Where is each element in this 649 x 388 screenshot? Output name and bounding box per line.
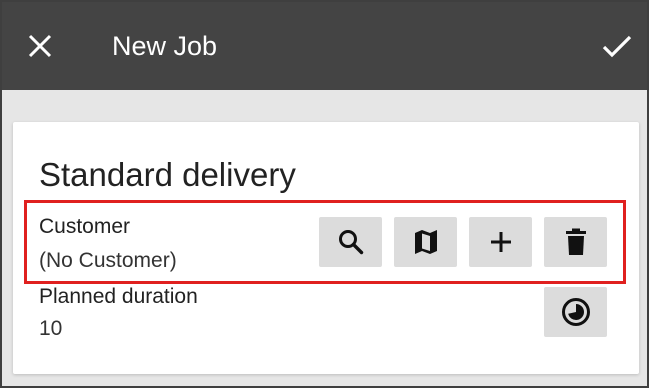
job-card: Standard delivery Customer (No Customer)…	[13, 122, 639, 374]
customer-value: (No Customer)	[39, 249, 177, 272]
search-customer-button[interactable]	[319, 217, 382, 267]
timer-icon	[561, 298, 590, 326]
confirm-button[interactable]	[596, 26, 638, 66]
job-type-title: Standard delivery	[39, 156, 296, 193]
delete-customer-button[interactable]	[544, 217, 607, 267]
search-icon	[338, 230, 363, 255]
page-title: New Job	[112, 31, 218, 61]
set-duration-button[interactable]	[544, 287, 607, 337]
close-button[interactable]	[20, 26, 60, 66]
close-icon	[28, 34, 52, 58]
add-customer-button[interactable]	[469, 217, 532, 267]
check-icon	[602, 35, 632, 58]
map-icon	[414, 230, 437, 254]
planned-duration-label: Planned duration	[39, 285, 198, 308]
plus-icon	[490, 232, 511, 252]
map-customer-button[interactable]	[394, 217, 457, 267]
app-bar: New Job	[0, 0, 649, 90]
customer-label: Customer	[39, 215, 131, 238]
trash-icon	[565, 228, 586, 255]
planned-duration-value: 10	[39, 317, 63, 340]
